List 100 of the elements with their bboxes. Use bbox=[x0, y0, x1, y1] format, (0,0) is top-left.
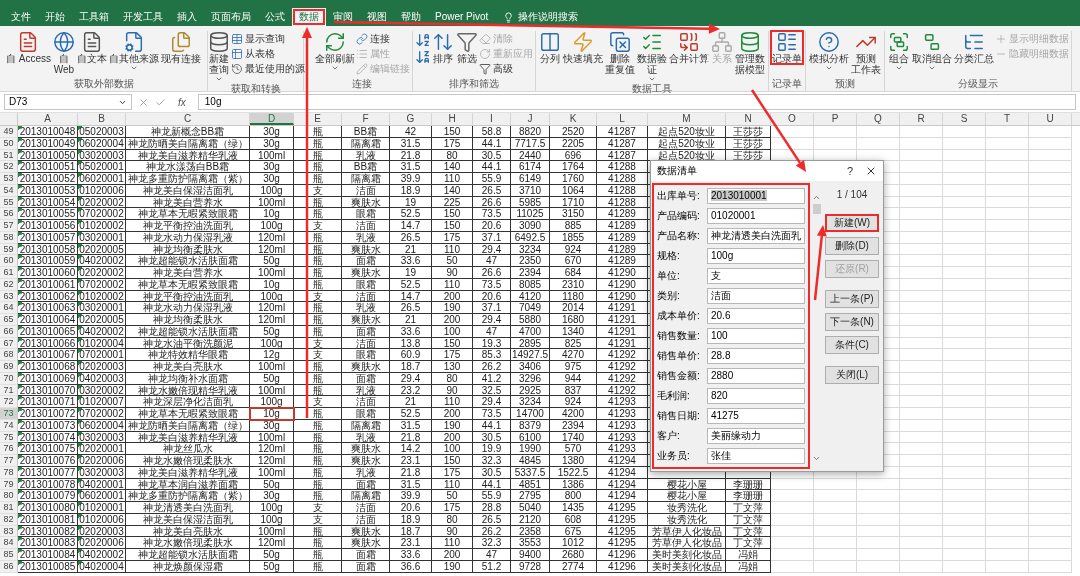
ribbon-button[interactable]: 快速填充 bbox=[562, 31, 604, 64]
ribbon-button[interactable]: 分列 bbox=[538, 31, 562, 64]
ribbon-button[interactable]: 自 Web bbox=[52, 31, 76, 75]
scroll-thumb[interactable] bbox=[812, 204, 821, 214]
ribbon-button[interactable]: 预测 工作表 bbox=[850, 31, 882, 75]
tell-me-search[interactable]: 操作说明搜索 bbox=[518, 10, 579, 24]
ribbon-button[interactable]: 分类汇总 bbox=[953, 31, 995, 64]
column-header[interactable]: O bbox=[771, 113, 814, 125]
ribbon-tab[interactable]: 开发工具 bbox=[116, 8, 170, 26]
row-header[interactable]: 64 bbox=[0, 302, 18, 314]
column-header[interactable]: F bbox=[342, 113, 390, 125]
column-header[interactable]: R bbox=[900, 113, 943, 125]
input-field[interactable]: 01020001 bbox=[707, 208, 805, 224]
ribbon-button[interactable]: 组合 bbox=[887, 31, 911, 72]
ribbon-button[interactable]: 删除 重复值 bbox=[604, 31, 636, 75]
ribbon-tab[interactable]: 文件 bbox=[4, 8, 38, 26]
ribbon-button[interactable]: 自文本 bbox=[76, 31, 108, 64]
row-header[interactable]: 80 bbox=[0, 490, 18, 502]
cancel-icon[interactable] bbox=[138, 96, 149, 108]
ribbon-button[interactable]: 数据验 证 bbox=[636, 31, 668, 83]
dialog-button[interactable]: 下一条(N) bbox=[825, 313, 879, 331]
column-header[interactable]: G bbox=[390, 113, 432, 125]
column-header[interactable]: I bbox=[473, 113, 511, 125]
ribbon-tab[interactable]: 公式 bbox=[258, 8, 292, 26]
input-field[interactable]: 2013010001 bbox=[707, 188, 805, 204]
input-field[interactable]: 支 bbox=[707, 268, 805, 284]
row-header[interactable]: 68 bbox=[0, 349, 18, 361]
ribbon-tab[interactable]: 视图 bbox=[360, 8, 394, 26]
input-field[interactable]: 洁面 bbox=[707, 288, 805, 304]
column-header[interactable]: M bbox=[648, 113, 726, 125]
column-header[interactable]: S bbox=[943, 113, 986, 125]
row-header[interactable]: 73 bbox=[0, 408, 18, 420]
input-field[interactable]: 张佳 bbox=[707, 448, 805, 464]
column-header[interactable]: T bbox=[986, 113, 1029, 125]
input-field[interactable]: 820 bbox=[707, 388, 805, 404]
input-field[interactable]: 41275 bbox=[707, 408, 805, 424]
row-header[interactable]: 56 bbox=[0, 208, 18, 220]
row-header[interactable]: 76 bbox=[0, 443, 18, 455]
column-header[interactable]: N bbox=[726, 113, 771, 125]
column-header[interactable]: P bbox=[814, 113, 857, 125]
ribbon-button[interactable]: 模拟分析 bbox=[808, 31, 850, 72]
ribbon-button[interactable]: 高级 bbox=[479, 62, 533, 76]
insert-function-button[interactable]: fx bbox=[178, 96, 186, 108]
dialog-button[interactable]: 删除(D) bbox=[825, 237, 879, 255]
row-header[interactable]: 49 bbox=[0, 126, 18, 138]
column-header[interactable]: Q bbox=[857, 113, 900, 125]
scroll-down-icon[interactable] bbox=[812, 454, 821, 463]
row-header[interactable]: 53 bbox=[0, 173, 18, 185]
ribbon-button[interactable]: 自 Access bbox=[5, 31, 52, 64]
ribbon-button[interactable]: 取消组合 bbox=[911, 31, 953, 72]
input-field[interactable]: 美丽缘动力 bbox=[707, 428, 805, 444]
column-header[interactable]: U bbox=[1029, 113, 1072, 125]
formula-field[interactable]: 10g bbox=[197, 94, 1076, 110]
ribbon-tab[interactable]: 审阅 bbox=[326, 8, 360, 26]
ribbon-button[interactable]: 最近使用的源 bbox=[230, 62, 305, 76]
column-header[interactable]: A bbox=[18, 113, 78, 125]
dialog-button[interactable]: 关闭(L) bbox=[825, 366, 879, 384]
row-header[interactable]: 81 bbox=[0, 502, 18, 514]
ribbon-tab[interactable]: 工具箱 bbox=[72, 8, 116, 26]
ribbon-button[interactable]: 从表格 bbox=[230, 47, 305, 61]
ribbon-button[interactable]: 现有连接 bbox=[160, 31, 202, 64]
input-field[interactable]: 28.8 bbox=[707, 348, 805, 364]
input-field[interactable]: 神龙清透美白洗面乳 bbox=[707, 228, 805, 244]
ribbon-tab[interactable]: 数据 bbox=[292, 8, 326, 26]
column-header[interactable]: K bbox=[550, 113, 597, 125]
column-header[interactable]: D bbox=[250, 113, 294, 125]
input-field[interactable]: 100g bbox=[707, 248, 805, 264]
column-header[interactable]: H bbox=[432, 113, 473, 125]
ribbon-button[interactable]: 合并计算 bbox=[668, 31, 710, 64]
name-box[interactable]: D73 bbox=[4, 94, 132, 110]
ribbon-tab[interactable]: 页面布局 bbox=[204, 8, 258, 26]
row-header[interactable]: 77 bbox=[0, 455, 18, 467]
column-header[interactable]: E bbox=[294, 113, 342, 125]
row-header[interactable]: 85 bbox=[0, 549, 18, 561]
ribbon-tab[interactable]: Power Pivot bbox=[428, 8, 496, 26]
row-header[interactable]: 84 bbox=[0, 537, 18, 549]
ribbon-button[interactable]: 显示查询 bbox=[230, 32, 305, 46]
row-header[interactable]: 60 bbox=[0, 255, 18, 267]
ribbon-button[interactable]: 全部刷新 bbox=[314, 31, 356, 72]
scroll-up-icon[interactable] bbox=[812, 193, 821, 202]
ribbon-button[interactable]: 自其他来源 bbox=[108, 31, 160, 72]
ribbon-tab[interactable]: 插入 bbox=[170, 8, 204, 26]
input-field[interactable]: 2880 bbox=[707, 368, 805, 384]
ribbon-button[interactable]: 筛选 bbox=[455, 31, 479, 64]
row-header[interactable]: 61 bbox=[0, 267, 18, 279]
dialog-button[interactable]: 新建(W) bbox=[825, 214, 879, 232]
column-header[interactable]: B bbox=[78, 113, 126, 125]
column-header[interactable]: L bbox=[597, 113, 648, 125]
ribbon-button[interactable]: 新建 查询 bbox=[206, 31, 231, 83]
ribbon-button[interactable]: 管理数 据模型 bbox=[734, 31, 766, 75]
close-icon[interactable] bbox=[865, 165, 877, 177]
sort-ascending-icon[interactable] bbox=[415, 32, 431, 48]
ribbon-button[interactable]: 排序 bbox=[431, 31, 455, 64]
check-icon[interactable] bbox=[155, 96, 166, 108]
dialog-button[interactable]: 条件(C) bbox=[825, 336, 879, 354]
dialog-button[interactable]: 上一条(P) bbox=[825, 290, 879, 308]
ribbon-tab[interactable]: 帮助 bbox=[394, 8, 428, 26]
row-header[interactable]: 57 bbox=[0, 220, 18, 232]
row-header[interactable]: 72 bbox=[0, 396, 18, 408]
input-field[interactable]: 20.6 bbox=[707, 308, 805, 324]
